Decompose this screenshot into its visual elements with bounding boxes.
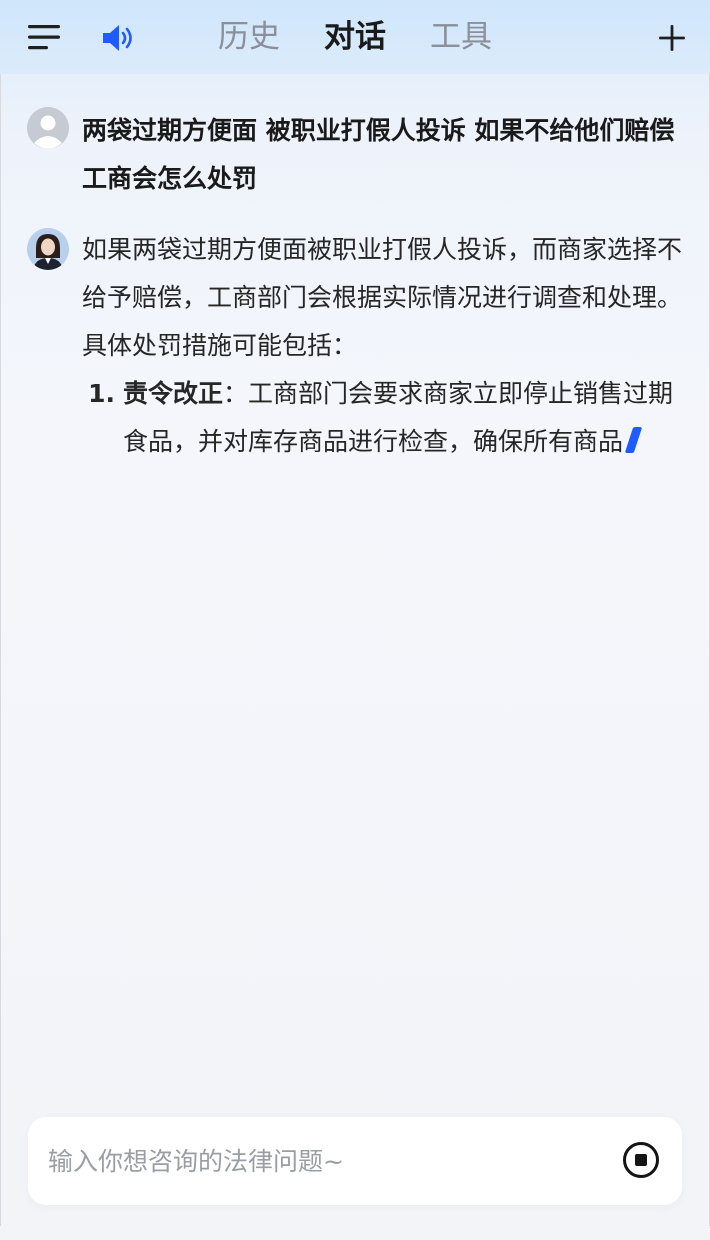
penalty-list: 1. 责令改正：工商部门会要求商家立即停止销售过期食品，并对库存商品进行检查，确… xyxy=(82,370,682,466)
tab-history[interactable]: 历史 xyxy=(218,14,280,60)
tab-tools[interactable]: 工具 xyxy=(430,14,492,60)
question-input[interactable] xyxy=(48,1137,588,1185)
user-avatar xyxy=(27,107,69,149)
tab-chat[interactable]: 对话 xyxy=(324,14,386,60)
list-item-title: 责令改正 xyxy=(123,379,224,408)
input-bar xyxy=(28,1117,682,1205)
list-item-body: 责令改正：工商部门会要求商家立即停止销售过期食品，并对库存商品进行检查，确保所有… xyxy=(123,370,682,466)
top-bar: 历史 对话 工具 xyxy=(0,0,710,74)
list-item-number: 1. xyxy=(88,379,115,408)
tab-bar: 历史 对话 工具 xyxy=(0,14,710,60)
user-message: 两袋过期方便面 被职业打假人投诉 如果不给他们赔偿 工商会怎么处罚 xyxy=(82,116,675,193)
list-item: 1. 责令改正：工商部门会要求商家立即停止销售过期食品，并对库存商品进行检查，确… xyxy=(82,370,682,466)
assistant-message: 如果两袋过期方便面被职业打假人投诉，而商家选择不给予赔偿，工商部门会根据实际情况… xyxy=(82,226,682,466)
assistant-portrait-icon xyxy=(27,228,69,270)
assistant-avatar xyxy=(27,228,69,270)
assistant-intro-text: 如果两袋过期方便面被职业打假人投诉，而商家选择不给予赔偿，工商部门会根据实际情况… xyxy=(82,235,683,360)
user-silhouette-icon xyxy=(27,107,69,149)
plus-icon[interactable] xyxy=(656,22,688,54)
stop-icon[interactable] xyxy=(622,1141,660,1179)
typing-cursor xyxy=(624,427,643,453)
